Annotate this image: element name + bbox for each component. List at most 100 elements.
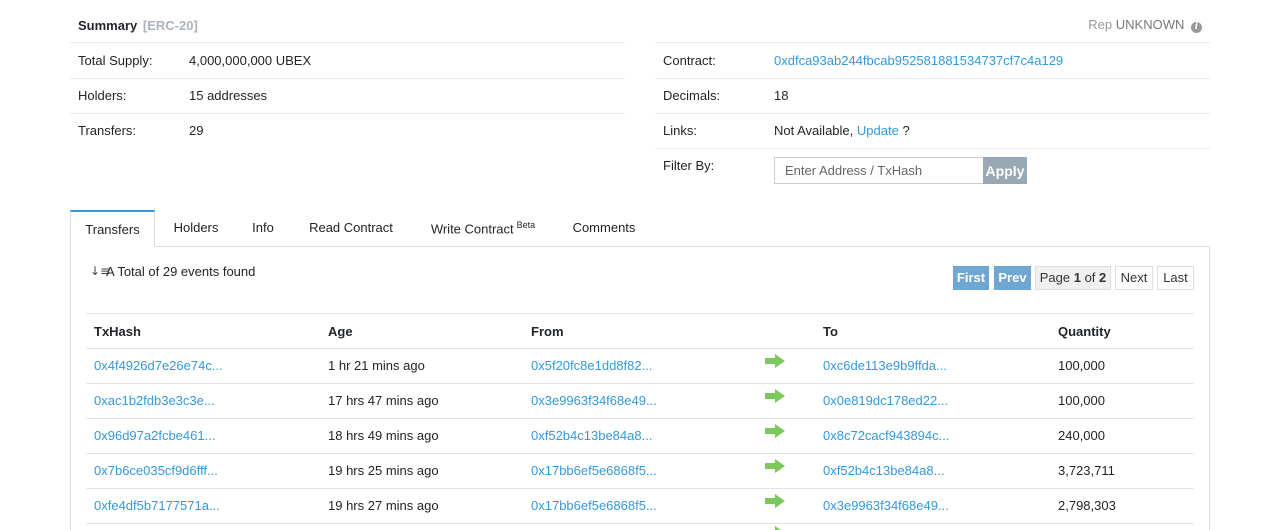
tab-label: Holders [173, 220, 219, 235]
links-question: ? [902, 123, 910, 138]
quantity-cell: 100,000 [1058, 393, 1105, 408]
age-cell: 18 hrs 49 mins ago [328, 428, 439, 443]
txhash-link[interactable]: 0x7b6ce035cf9d6fff... [94, 463, 218, 478]
tab-transfers[interactable]: Transfers [70, 210, 155, 247]
filter-input[interactable] [774, 157, 984, 184]
from-address-link[interactable]: 0xf52b4c13be84a8... [531, 428, 652, 443]
tab-write-contract[interactable]: Write Contract Beta [418, 210, 548, 247]
filter-label: Filter By: [663, 158, 715, 173]
token-standard: [ERC-20] [142, 18, 198, 33]
apply-button[interactable]: Apply [983, 157, 1027, 184]
rep-label: Rep [1088, 17, 1113, 32]
update-link[interactable]: Update [857, 123, 899, 138]
quantity-cell: 3,723,711 [1058, 463, 1115, 478]
transfers-label: Transfers: [78, 123, 137, 138]
info-icon[interactable]: i [1191, 22, 1202, 33]
from-address-link[interactable]: 0x5f20fc8e1dd8f82... [531, 358, 652, 373]
arrow-right-icon [765, 354, 785, 368]
holders-value: 15 addresses [189, 88, 268, 103]
total-supply-value: 4,000,000,000 UBEX [189, 53, 312, 68]
txhash-link[interactable]: 0xfe4df5b7177571a... [94, 498, 220, 513]
arrow-right-icon [765, 459, 785, 473]
reputation: Rep UNKNOWN i [1088, 17, 1202, 33]
links-not-available: Not Available, [774, 123, 854, 138]
arrow-right-icon [765, 424, 785, 438]
quantity-cell: 2,798,303 [1058, 498, 1116, 513]
beta-badge: Beta [516, 220, 536, 230]
table-divider [86, 383, 1194, 384]
age-cell: 19 hrs 27 mins ago [328, 498, 439, 513]
panel-border [70, 246, 71, 530]
divider [655, 148, 1210, 149]
tab-label: Transfers [85, 222, 140, 237]
to-address-link[interactable]: 0xc6de113e9b9ffda... [823, 358, 947, 373]
divider [70, 42, 625, 43]
holders-label: Holders: [78, 88, 127, 103]
page-indicator: Page 1 of 2 [1035, 266, 1111, 290]
decimals-label: Decimals: [663, 88, 721, 103]
tab-read-contract[interactable]: Read Contract [296, 210, 406, 247]
table-divider [86, 488, 1194, 489]
tab-label: Read Contract [309, 220, 393, 235]
total-supply-label: Total Supply: [78, 53, 153, 68]
column-header-quantity: Quantity [1058, 324, 1111, 339]
transfers-value: 29 [189, 123, 204, 138]
table-divider [86, 523, 1194, 524]
txhash-link[interactable]: 0x96d97a2fcbe461... [94, 428, 215, 443]
page-total: 2 [1099, 270, 1107, 285]
tab-info[interactable]: Info [238, 210, 288, 247]
links-value: Not Available, Update ? [774, 123, 910, 138]
age-cell: 1 hr 21 mins ago [328, 358, 425, 373]
page-current: 1 [1073, 270, 1081, 285]
decimals-value: 18 [774, 88, 789, 103]
divider [655, 78, 1210, 79]
divider [70, 78, 625, 79]
to-address-link[interactable]: 0x8c72cacf943894c... [823, 428, 949, 443]
divider [655, 113, 1210, 114]
table-divider [86, 418, 1194, 419]
to-address-link[interactable]: 0xf52b4c13be84a8... [823, 463, 944, 478]
next-page-button[interactable]: Next [1115, 266, 1153, 290]
quantity-cell: 240,000 [1058, 428, 1105, 443]
column-header-age: Age [328, 324, 353, 339]
tab-holders[interactable]: Holders [160, 210, 232, 247]
summary-title-text: Summary [78, 18, 138, 33]
tab-label: Write Contract [430, 221, 514, 237]
tab-label: Info [252, 220, 274, 235]
table-divider [86, 313, 1194, 314]
divider [70, 113, 625, 114]
page-of: of [1084, 270, 1096, 285]
arrow-right-icon [765, 526, 781, 530]
summary-title: Summary [ERC-20] [78, 18, 198, 33]
column-header-from: From [531, 324, 564, 339]
age-cell: 17 hrs 47 mins ago [328, 393, 439, 408]
column-header-txhash: TxHash [94, 324, 141, 339]
column-header-to: To [823, 324, 838, 339]
from-address-link[interactable]: 0x17bb6ef5e6868f5... [531, 498, 657, 513]
txhash-link[interactable]: 0xac1b2fdb3e3c3e... [94, 393, 215, 408]
quantity-cell: 100,000 [1058, 358, 1105, 373]
table-divider [86, 348, 1194, 349]
first-page-button[interactable]: First [953, 266, 989, 290]
to-address-link[interactable]: 0x0e819dc178ed22... [823, 393, 948, 408]
divider [655, 42, 1210, 43]
txhash-link[interactable]: 0x4f4926d7e26e74c... [94, 358, 223, 373]
events-total: A Total of 29 events found [106, 264, 256, 279]
to-address-link[interactable]: 0x3e9963f34f68e49... [823, 498, 949, 513]
panel-border [1209, 246, 1210, 530]
table-divider [86, 453, 1194, 454]
links-label: Links: [663, 123, 697, 138]
rep-value: UNKNOWN [1115, 17, 1185, 32]
contract-label: Contract: [663, 53, 716, 68]
tab-label: Comments [572, 220, 636, 235]
page-prefix: Page [1039, 270, 1071, 285]
age-cell: 19 hrs 25 mins ago [328, 463, 439, 478]
tab-comments[interactable]: Comments [560, 210, 648, 247]
contract-address-link[interactable]: 0xdfca93ab244fbcab952581881534737cf7c4a1… [774, 53, 1063, 68]
from-address-link[interactable]: 0x17bb6ef5e6868f5... [531, 463, 657, 478]
prev-page-button[interactable]: Prev [994, 266, 1031, 290]
last-page-button[interactable]: Last [1157, 266, 1194, 290]
from-address-link[interactable]: 0x3e9963f34f68e49... [531, 393, 657, 408]
arrow-right-icon [765, 389, 785, 403]
arrow-right-icon [765, 494, 785, 508]
